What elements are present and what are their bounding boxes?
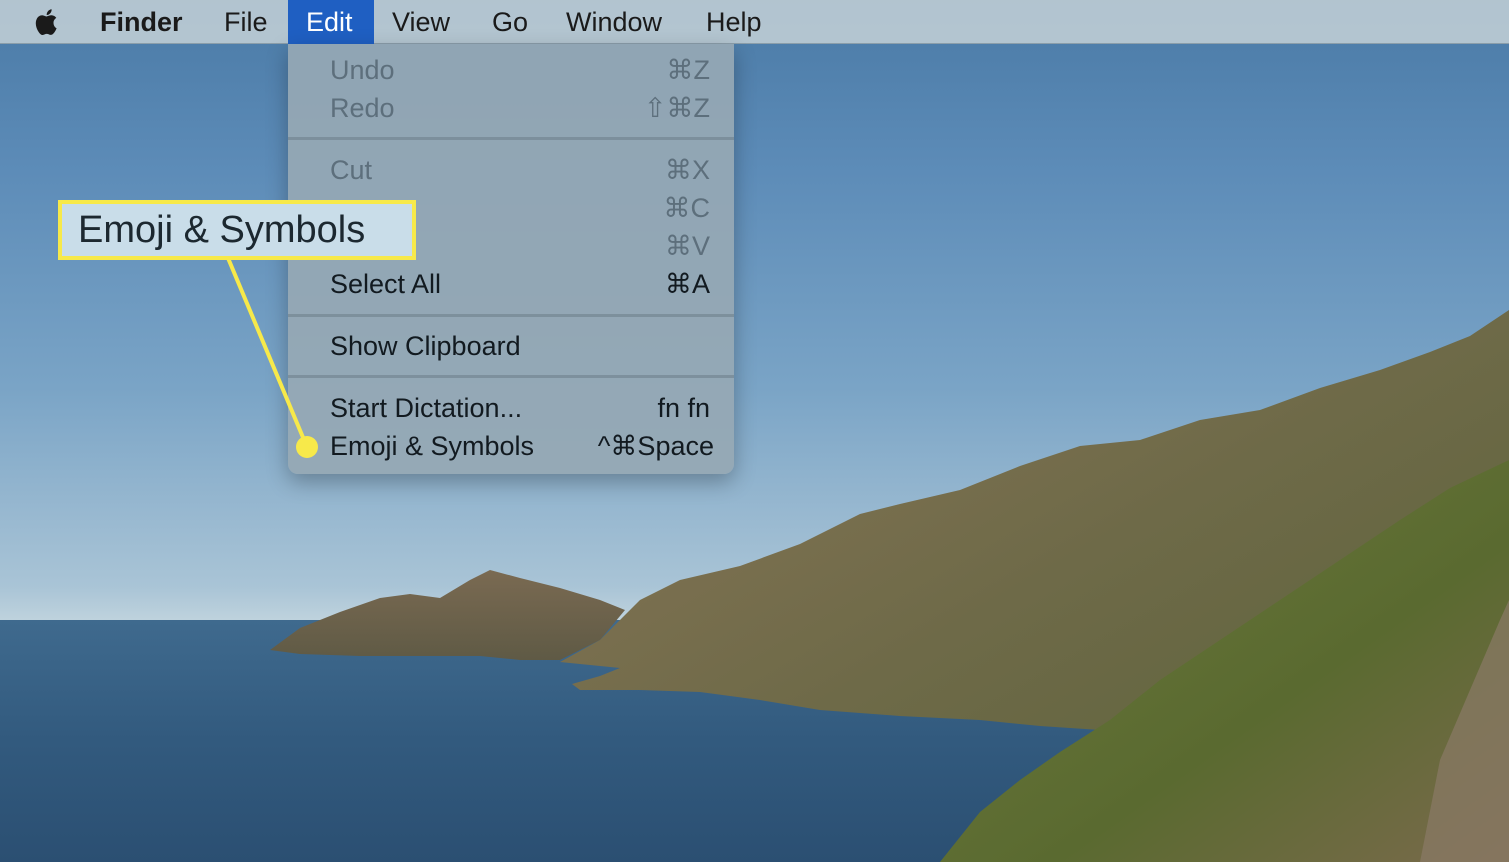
menu-separator — [288, 314, 734, 317]
menu-window[interactable]: Window — [566, 0, 662, 44]
menu-item-shortcut: fn fn — [657, 393, 710, 423]
desktop-wallpaper — [0, 310, 1509, 862]
menu-item-shortcut: ⇧⌘Z — [643, 93, 710, 123]
menu-item-shortcut: ⌘A — [664, 269, 710, 299]
menu-item-shortcut: ⌘V — [664, 231, 710, 261]
callout-label: Emoji & Symbols — [58, 200, 416, 260]
menu-item-redo: Redo ⇧⌘Z — [288, 89, 734, 127]
menu-edit[interactable]: Edit — [288, 0, 374, 44]
menu-item-emoji-symbols[interactable]: Emoji & Symbols ^⌘Space — [288, 427, 734, 465]
menu-go[interactable]: Go — [492, 0, 528, 44]
menu-item-select-all[interactable]: Select All ⌘A — [288, 265, 734, 303]
menu-item-cut: Cut ⌘X — [288, 151, 734, 189]
menu-item-shortcut: ^⌘Space — [597, 431, 714, 461]
menu-view[interactable]: View — [392, 0, 450, 44]
menu-item-label: Select All — [330, 269, 442, 299]
menu-item-label: Show Clipboard — [330, 331, 521, 361]
menu-item-undo: Undo ⌘Z — [288, 51, 734, 89]
menu-separator — [288, 375, 734, 378]
menu-finder[interactable]: Finder — [100, 0, 183, 44]
menu-separator — [288, 137, 734, 140]
menu-item-label: Undo — [330, 55, 395, 85]
menu-item-shortcut: ⌘Z — [666, 55, 711, 85]
menu-item-shortcut: ⌘X — [664, 155, 710, 185]
menu-item-show-clipboard[interactable]: Show Clipboard — [288, 327, 734, 365]
menu-bar: Finder File Edit View Go Window Help — [0, 0, 1509, 44]
menu-item-label: Start Dictation... — [330, 393, 523, 423]
menu-item-start-dictation[interactable]: Start Dictation... fn fn — [288, 389, 734, 427]
menu-help[interactable]: Help — [706, 0, 762, 44]
menu-file[interactable]: File — [224, 0, 268, 44]
desktop: Finder File Edit View Go Window Help Und… — [0, 0, 1509, 862]
menu-item-label: Redo — [330, 93, 395, 123]
menu-item-label: Cut — [330, 155, 373, 185]
menu-item-label: Emoji & Symbols — [330, 431, 535, 461]
apple-logo-icon[interactable] — [30, 6, 64, 38]
menu-item-shortcut: ⌘C — [663, 193, 711, 223]
